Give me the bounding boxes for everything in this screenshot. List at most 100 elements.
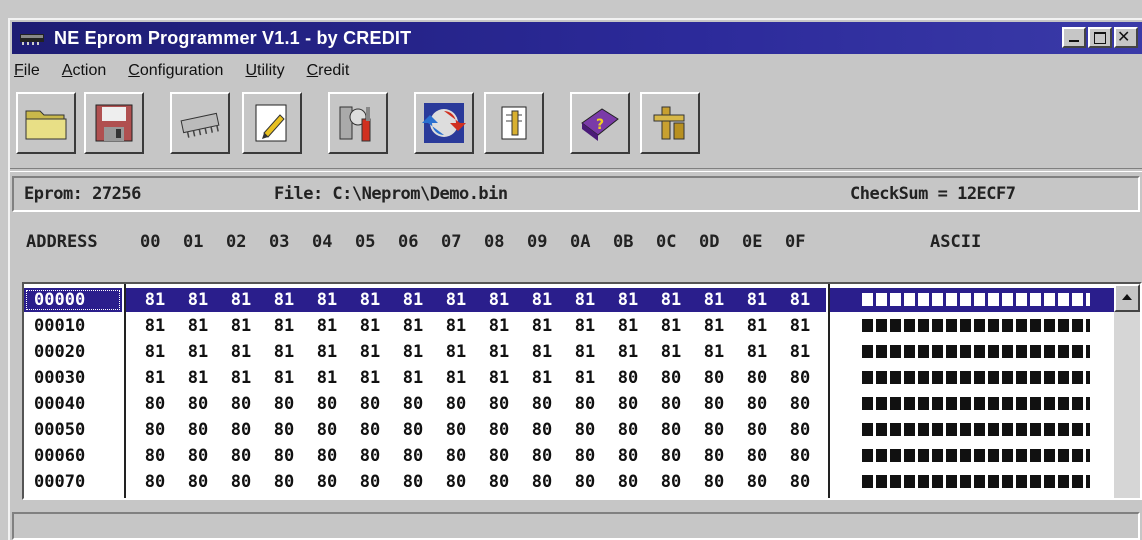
hex-byte-cell[interactable]: 80 xyxy=(779,366,821,390)
minimize-button[interactable] xyxy=(1062,27,1086,48)
hex-byte-cell[interactable]: 81 xyxy=(134,314,176,338)
menu-configuration[interactable]: Configuration xyxy=(128,62,223,80)
hex-byte-cell[interactable]: 80 xyxy=(736,366,778,390)
ascii-row[interactable] xyxy=(830,340,1116,364)
hex-byte-cell[interactable]: 81 xyxy=(435,366,477,390)
hex-byte-cell[interactable]: 80 xyxy=(134,418,176,442)
hex-byte-cell[interactable]: 80 xyxy=(177,444,219,468)
hex-byte-cell[interactable]: 81 xyxy=(392,314,434,338)
hex-byte-cell[interactable]: 80 xyxy=(779,418,821,442)
hex-byte-cell[interactable]: 80 xyxy=(435,392,477,416)
hex-byte-cell[interactable]: 80 xyxy=(650,366,692,390)
hex-byte-cell[interactable]: 80 xyxy=(478,470,520,494)
hex-byte-cell[interactable]: 80 xyxy=(478,392,520,416)
hex-byte-cell[interactable]: 81 xyxy=(349,340,391,364)
hex-byte-cell[interactable]: 81 xyxy=(177,314,219,338)
ascii-row[interactable] xyxy=(830,366,1116,390)
open-button[interactable] xyxy=(16,92,76,154)
hex-byte-cell[interactable]: 81 xyxy=(478,314,520,338)
hex-byte-cell[interactable]: 81 xyxy=(693,314,735,338)
hex-byte-cell[interactable]: 81 xyxy=(220,340,262,364)
menu-file[interactable]: File xyxy=(14,62,40,80)
hex-byte-cell[interactable]: 81 xyxy=(306,366,348,390)
hex-byte-cell[interactable]: 80 xyxy=(392,392,434,416)
hex-byte-cell[interactable]: 80 xyxy=(349,418,391,442)
hex-byte-cell[interactable]: 81 xyxy=(220,366,262,390)
hex-byte-cell[interactable]: 80 xyxy=(693,470,735,494)
hex-byte-cell[interactable]: 80 xyxy=(220,392,262,416)
hex-byte-cell[interactable]: 80 xyxy=(521,470,563,494)
hex-byte-cell[interactable]: 81 xyxy=(521,288,563,312)
hex-byte-cell[interactable]: 80 xyxy=(521,392,563,416)
ascii-row[interactable] xyxy=(830,288,1116,312)
address-cell[interactable]: 00050 xyxy=(24,418,122,442)
hex-byte-cell[interactable]: 81 xyxy=(564,314,606,338)
hex-byte-cell[interactable]: 80 xyxy=(392,418,434,442)
hex-byte-cell[interactable]: 81 xyxy=(478,288,520,312)
address-cell[interactable]: 00010 xyxy=(24,314,122,338)
hex-byte-cell[interactable]: 81 xyxy=(521,366,563,390)
help-button[interactable]: ? xyxy=(570,92,630,154)
hex-byte-cell[interactable]: 81 xyxy=(435,288,477,312)
address-cell[interactable]: 00040 xyxy=(24,392,122,416)
hex-byte-cell[interactable]: 81 xyxy=(349,288,391,312)
menu-utility[interactable]: Utility xyxy=(245,62,284,80)
hex-byte-cell[interactable]: 81 xyxy=(693,288,735,312)
hex-byte-cell[interactable]: 80 xyxy=(650,444,692,468)
hex-byte-cell[interactable]: 81 xyxy=(263,366,305,390)
hex-byte-cell[interactable]: 80 xyxy=(693,444,735,468)
hex-byte-cell[interactable]: 80 xyxy=(564,444,606,468)
hex-byte-cell[interactable]: 80 xyxy=(693,392,735,416)
hex-byte-cell[interactable]: 81 xyxy=(263,314,305,338)
ascii-row[interactable] xyxy=(830,392,1116,416)
maximize-button[interactable] xyxy=(1088,27,1112,48)
hex-byte-cell[interactable]: 80 xyxy=(349,392,391,416)
hex-byte-cell[interactable]: 80 xyxy=(521,418,563,442)
hex-byte-cell[interactable]: 81 xyxy=(306,314,348,338)
ascii-row[interactable] xyxy=(830,444,1116,468)
hex-byte-cell[interactable]: 81 xyxy=(177,366,219,390)
hex-byte-cell[interactable]: 80 xyxy=(564,470,606,494)
hex-byte-cell[interactable]: 81 xyxy=(263,288,305,312)
hex-byte-cell[interactable]: 81 xyxy=(564,288,606,312)
hex-byte-cell[interactable]: 80 xyxy=(177,392,219,416)
hex-byte-cell[interactable]: 81 xyxy=(564,366,606,390)
hex-byte-cell[interactable]: 80 xyxy=(349,444,391,468)
hex-byte-cell[interactable]: 81 xyxy=(607,288,649,312)
hex-byte-cell[interactable]: 80 xyxy=(650,418,692,442)
hex-byte-cell[interactable]: 80 xyxy=(177,418,219,442)
hex-byte-cell[interactable]: 81 xyxy=(779,340,821,364)
hex-byte-cell[interactable]: 80 xyxy=(435,444,477,468)
hex-byte-cell[interactable]: 80 xyxy=(263,392,305,416)
hex-byte-cell[interactable]: 80 xyxy=(564,418,606,442)
hex-byte-cell[interactable]: 81 xyxy=(736,340,778,364)
hex-byte-cell[interactable]: 80 xyxy=(607,444,649,468)
hex-byte-cell[interactable]: 80 xyxy=(736,444,778,468)
hex-byte-cell[interactable]: 80 xyxy=(736,392,778,416)
eprom-type-button[interactable] xyxy=(170,92,230,154)
hex-byte-cell[interactable]: 81 xyxy=(521,340,563,364)
ascii-row[interactable] xyxy=(830,418,1116,442)
hex-byte-cell[interactable]: 81 xyxy=(306,340,348,364)
hex-byte-cell[interactable]: 80 xyxy=(607,392,649,416)
hex-byte-cell[interactable]: 80 xyxy=(263,418,305,442)
hex-byte-cell[interactable]: 81 xyxy=(650,288,692,312)
hex-byte-cell[interactable]: 81 xyxy=(736,288,778,312)
hex-byte-cell[interactable]: 81 xyxy=(306,288,348,312)
scroll-up-button[interactable] xyxy=(1114,284,1140,312)
hex-byte-cell[interactable]: 80 xyxy=(306,392,348,416)
hex-byte-cell[interactable]: 80 xyxy=(134,470,176,494)
hex-byte-cell[interactable]: 80 xyxy=(779,392,821,416)
hex-byte-cell[interactable]: 81 xyxy=(478,340,520,364)
hex-byte-cell[interactable]: 81 xyxy=(779,314,821,338)
hex-byte-cell[interactable]: 81 xyxy=(263,340,305,364)
hex-byte-cell[interactable]: 81 xyxy=(779,288,821,312)
hex-byte-cell[interactable]: 80 xyxy=(607,418,649,442)
hex-byte-cell[interactable]: 80 xyxy=(306,418,348,442)
read-button[interactable] xyxy=(414,92,474,154)
hex-editor-grid[interactable]: 00000 00010 00020 00030 00040 00050 00060 00070… xyxy=(22,282,1142,500)
hex-byte-cell[interactable]: 80 xyxy=(134,392,176,416)
hex-byte-cell[interactable]: 81 xyxy=(650,314,692,338)
title-bar[interactable]: NE Eprom Programmer V1.1 - by CREDIT ✕ xyxy=(12,22,1142,54)
hex-byte-cell[interactable]: 81 xyxy=(392,366,434,390)
